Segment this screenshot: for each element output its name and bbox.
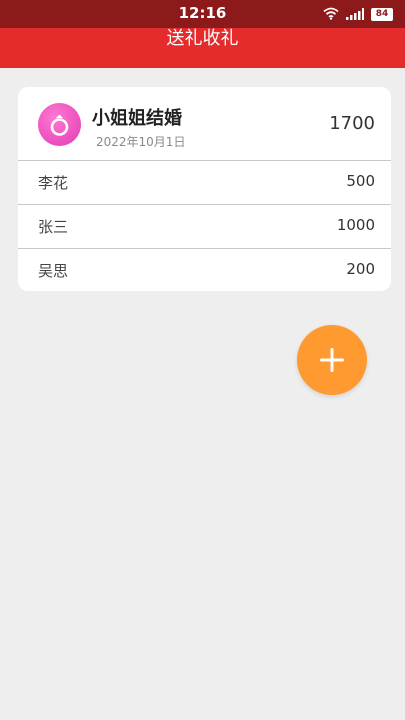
status-icons: 84 xyxy=(323,5,393,24)
event-header[interactable]: 小姐姐结婚 2022年10月1日 1700 xyxy=(18,87,391,161)
gift-amount: 1000 xyxy=(336,216,375,234)
page-title: 送礼收礼 xyxy=(166,28,239,49)
nav-bar: 送礼收礼 xyxy=(0,28,405,68)
gift-amount: 500 xyxy=(346,172,375,190)
event-date: 2022年10月1日 xyxy=(96,135,186,149)
plus-icon xyxy=(320,348,344,372)
gift-row[interactable]: 吴思 200 xyxy=(18,249,391,291)
event-title: 小姐姐结婚 xyxy=(92,108,182,129)
gift-row[interactable]: 李花 500 xyxy=(18,161,391,205)
event-total: 1700 xyxy=(329,113,375,134)
signal-icon xyxy=(346,5,364,24)
gift-name: 张三 xyxy=(38,218,69,236)
event-card[interactable]: 小姐姐结婚 2022年10月1日 1700 李花 500 张三 1000 吴思 … xyxy=(18,87,391,291)
ring-icon xyxy=(38,103,81,146)
add-button[interactable] xyxy=(297,325,367,395)
gift-name: 李花 xyxy=(38,174,69,192)
status-bar: 12:16 84 xyxy=(0,0,405,28)
battery-icon: 84 xyxy=(371,8,393,21)
gift-row[interactable]: 张三 1000 xyxy=(18,205,391,249)
wifi-icon xyxy=(323,5,339,24)
gift-amount: 200 xyxy=(346,260,375,278)
gift-name: 吴思 xyxy=(38,262,69,280)
